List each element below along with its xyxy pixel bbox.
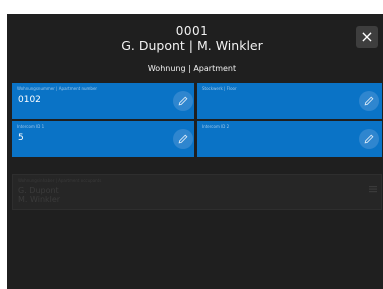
modal-subtitle: Wohnung | Apartment xyxy=(147,64,237,73)
pencil-icon xyxy=(178,96,188,106)
field-value: 5 xyxy=(18,133,24,143)
occupant-names: G. Dupont | M. Winkler xyxy=(121,38,263,53)
pencil-icon xyxy=(364,96,374,106)
field-floor[interactable]: Stockwerk | Floor xyxy=(197,83,382,119)
edit-button[interactable] xyxy=(173,129,193,149)
modal-header: 0001 G. Dupont | M. Winkler Wohnung | Ap… xyxy=(7,14,377,76)
field-intercom-id-1[interactable]: Intercom ID 1 5 xyxy=(12,121,194,157)
resident-line-2: M. Winkler xyxy=(18,195,61,204)
close-button[interactable]: × xyxy=(356,26,378,48)
field-apartment-number[interactable]: Wohnungsnummer | Apartment number 0102 xyxy=(12,83,194,119)
field-label: Intercom ID 1 xyxy=(17,124,45,129)
edit-button[interactable] xyxy=(173,91,193,111)
close-icon: × xyxy=(360,27,374,46)
apartment-modal: 0001 G. Dupont | M. Winkler Wohnung | Ap… xyxy=(7,14,383,289)
field-value: 0102 xyxy=(18,95,41,105)
field-intercom-id-2[interactable]: Intercom ID 2 xyxy=(197,121,382,157)
pencil-icon xyxy=(178,134,188,144)
pencil-icon xyxy=(364,134,374,144)
apartment-id: 0001 xyxy=(175,24,209,38)
list-icon xyxy=(369,186,377,193)
field-residents: Wohnungsinhaber | Apartment occupants G.… xyxy=(12,174,382,210)
edit-button[interactable] xyxy=(359,129,379,149)
edit-button[interactable] xyxy=(359,91,379,111)
field-label: Wohnungsinhaber | Apartment occupants xyxy=(18,178,102,183)
resident-line-1: G. Dupont xyxy=(18,186,59,195)
field-label: Stockwerk | Floor xyxy=(202,86,237,91)
field-label: Wohnungsnummer | Apartment number xyxy=(17,86,98,91)
field-label: Intercom ID 2 xyxy=(202,124,230,129)
